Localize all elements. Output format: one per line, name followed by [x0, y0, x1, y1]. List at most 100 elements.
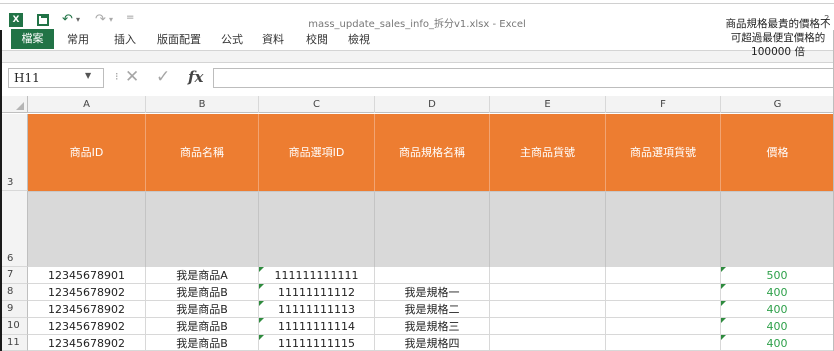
ribbon-tabs: 檔案 常用 插入 版面配置 公式 資料 校閱 檢視	[0, 29, 834, 51]
note-line: 100000 倍	[751, 46, 805, 58]
cell-f11[interactable]	[606, 335, 721, 351]
cell-text: 400	[766, 320, 788, 333]
cell-text: 我是商品B	[176, 286, 228, 299]
column-header-d[interactable]: D	[375, 96, 490, 113]
tab-file[interactable]: 檔案	[11, 29, 54, 49]
cell-d10[interactable]: 我是規格三	[375, 318, 490, 335]
cell-e7[interactable]	[490, 267, 606, 284]
row-header-3[interactable]: 3	[0, 114, 28, 191]
cell-text: 12345678902	[48, 337, 125, 350]
tab-insert[interactable]: 插入	[114, 30, 136, 49]
cell-f10[interactable]	[606, 318, 721, 335]
note-cell-b[interactable]	[146, 192, 259, 268]
title-bar: X ↶ ▾ ↷ ▾ = mass_update_sales_info_拆分v1.…	[0, 4, 834, 30]
cell-e9[interactable]	[490, 301, 606, 318]
cell-d8[interactable]: 我是規格一	[375, 284, 490, 301]
tab-data[interactable]: 資料	[262, 30, 284, 49]
note-row	[28, 191, 834, 268]
tab-home[interactable]: 常用	[67, 30, 89, 49]
number-as-text-indicator-icon	[259, 301, 264, 306]
number-as-text-indicator-icon	[259, 284, 264, 289]
row-header-9[interactable]: 9	[0, 301, 28, 318]
cell-f9[interactable]	[606, 301, 721, 318]
header-cell-d[interactable]: 商品規格名稱	[375, 114, 490, 191]
header-cell-c[interactable]: 商品選項ID	[259, 114, 375, 191]
cell-b11[interactable]: 我是商品B	[146, 335, 259, 351]
cell-b7[interactable]: 我是商品A	[146, 267, 259, 284]
cell-c7[interactable]: 111111111111	[259, 267, 375, 284]
cell-g11[interactable]: 400	[721, 335, 834, 351]
cell-text: 12345678901	[48, 269, 125, 282]
column-header-e[interactable]: E	[490, 96, 606, 113]
enter-icon[interactable]: ✓	[156, 67, 170, 87]
formula-bar-resize-handle[interactable]: ⁝	[115, 70, 119, 83]
row-header-6[interactable]: 6	[0, 191, 28, 267]
cell-g8[interactable]: 400	[721, 284, 834, 301]
number-as-text-indicator-icon	[721, 284, 726, 289]
cell-text: 400	[766, 303, 788, 316]
tab-review[interactable]: 校閱	[306, 30, 328, 49]
cell-a11[interactable]: 12345678902	[28, 335, 146, 351]
column-header-b[interactable]: B	[146, 96, 259, 113]
header-cell-g[interactable]: 價格	[721, 114, 834, 191]
window-left-edge	[0, 30, 2, 351]
cell-f7[interactable]	[606, 267, 721, 284]
column-header-f[interactable]: F	[606, 96, 721, 113]
cancel-icon[interactable]: ✕	[125, 67, 139, 87]
cell-a10[interactable]: 12345678902	[28, 318, 146, 335]
tab-view[interactable]: 檢視	[348, 30, 370, 49]
cell-b9[interactable]: 我是商品B	[146, 301, 259, 318]
header-cell-b[interactable]: 商品名稱	[146, 114, 259, 191]
tab-page-layout[interactable]: 版面配置	[157, 30, 201, 49]
note-cell-e[interactable]	[490, 192, 606, 268]
cell-g10[interactable]: 400	[721, 318, 834, 335]
cell-b8[interactable]: 我是商品B	[146, 284, 259, 301]
cell-text: 400	[766, 286, 788, 299]
tab-formulas[interactable]: 公式	[221, 30, 243, 49]
cell-c8[interactable]: 11111111112	[259, 284, 375, 301]
insert-function-icon[interactable]: fx	[188, 68, 203, 86]
formula-input[interactable]	[213, 68, 834, 88]
cell-c9[interactable]: 11111111113	[259, 301, 375, 318]
cell-a8[interactable]: 12345678902	[28, 284, 146, 301]
row-header-10[interactable]: 10	[0, 318, 28, 335]
row-header-7[interactable]: 7	[0, 267, 28, 284]
cell-d7[interactable]	[375, 267, 490, 284]
name-box-dropdown-icon[interactable]: ▼	[85, 71, 91, 80]
cell-f8[interactable]	[606, 284, 721, 301]
cell-g7[interactable]: 500	[721, 267, 834, 284]
cell-d11[interactable]: 我是規格四	[375, 335, 490, 351]
cell-c11[interactable]: 11111111115	[259, 335, 375, 351]
header-cell-f[interactable]: 商品選項貨號	[606, 114, 721, 191]
cell-e10[interactable]	[490, 318, 606, 335]
number-as-text-indicator-icon	[721, 301, 726, 306]
cell-c10[interactable]: 11111111114	[259, 318, 375, 335]
cell-d9[interactable]: 我是規格二	[375, 301, 490, 318]
cell-e11[interactable]	[490, 335, 606, 351]
select-all-corner[interactable]	[0, 96, 28, 113]
note-cell-f[interactable]	[606, 192, 721, 268]
column-header-c[interactable]: C	[259, 96, 375, 113]
column-header-g[interactable]: G	[721, 96, 834, 113]
header-cell-a[interactable]: 商品ID	[28, 114, 146, 191]
column-headers: A B C D E F G	[0, 96, 834, 113]
cell-e8[interactable]	[490, 284, 606, 301]
note-cell-c[interactable]	[259, 192, 375, 268]
cell-a9[interactable]: 12345678902	[28, 301, 146, 318]
cell-b10[interactable]: 我是商品B	[146, 318, 259, 335]
note-cell-d[interactable]	[375, 192, 490, 268]
formula-bar: H11 ▼ ⁝ ✕ ✓ fx	[0, 63, 834, 90]
note-line: 商品規格最貴的價格不	[725, 18, 831, 30]
row-header-8[interactable]: 8	[0, 284, 28, 301]
header-cell-e[interactable]: 主商品貨號	[490, 114, 606, 191]
cell-text: 我是規格三	[404, 320, 460, 333]
note-cell-g[interactable]: 商品規格最貴的價格不 可超過最便宜價格的 100000 倍	[722, 17, 834, 59]
cell-text: 我是規格二	[404, 303, 460, 316]
column-header-a[interactable]: A	[28, 96, 146, 113]
number-as-text-indicator-icon	[259, 267, 264, 272]
cell-text: 12345678902	[48, 320, 125, 333]
note-cell-a[interactable]	[28, 192, 146, 268]
cell-a7[interactable]: 12345678901	[28, 267, 146, 284]
row-header-11[interactable]: 11	[0, 335, 28, 351]
cell-g9[interactable]: 400	[721, 301, 834, 318]
